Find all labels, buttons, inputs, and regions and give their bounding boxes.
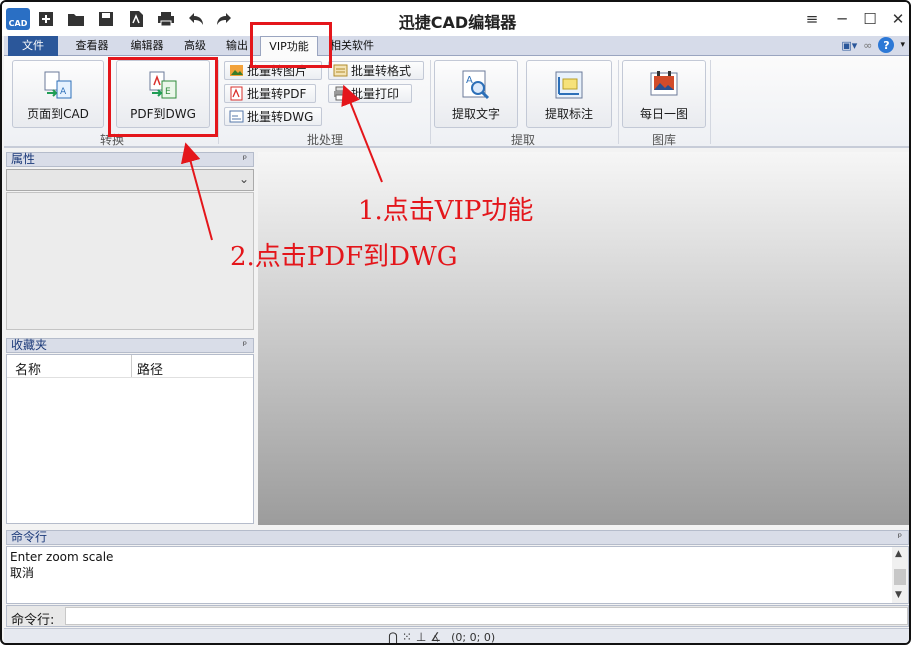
close-button[interactable]: ✕ xyxy=(886,8,909,30)
command-title: 命令行 xyxy=(11,530,48,544)
dwg-file-icon xyxy=(229,110,244,123)
page-to-cad-icon: A xyxy=(44,71,72,99)
tab-advanced[interactable]: 高级 xyxy=(176,36,214,56)
properties-selector[interactable]: ⌄ xyxy=(6,169,254,191)
menu-button[interactable]: ≡ xyxy=(800,8,824,30)
svg-text:A: A xyxy=(60,87,67,97)
pin-icon[interactable]: ᵖ xyxy=(243,153,247,166)
svg-text:A: A xyxy=(466,75,473,86)
drawing-canvas[interactable] xyxy=(258,152,909,525)
group-separator xyxy=(618,60,619,144)
daily-image-button[interactable]: 每日一图 xyxy=(622,60,706,128)
ribbon-tabs: 文件 查看器 编辑器 高级 输出 VIP功能 相关软件 ▣▾ ∞ ? ▾ xyxy=(4,36,909,57)
page-to-cad-label: 页面到CAD xyxy=(27,107,89,121)
chevron-up-icon[interactable]: ▲ xyxy=(895,549,902,559)
ortho-icon[interactable]: ⊥ xyxy=(416,630,426,643)
coordinates-readout: (0; 0; 0) xyxy=(451,630,496,644)
tab-viewer[interactable]: 查看器 xyxy=(66,36,118,56)
help-button[interactable]: ? xyxy=(878,37,895,53)
printer-icon xyxy=(334,86,347,101)
title-bar: CAD 迅捷CAD编辑器 ≡ ─ ☐ ✕ xyxy=(2,2,909,36)
scrollbar-thumb[interactable] xyxy=(894,569,906,585)
batch-to-format-button[interactable]: 批量转格式 xyxy=(328,61,424,80)
grid-icon[interactable]: ⁙ xyxy=(402,630,412,643)
pin-icon[interactable]: ᵖ xyxy=(243,339,247,352)
tab-file[interactable]: 文件 xyxy=(8,36,58,56)
group-separator xyxy=(710,60,711,144)
tab-editor[interactable]: 编辑器 xyxy=(122,36,172,56)
batch-print-button[interactable]: 批量打印 xyxy=(328,84,412,103)
annotation-step-1: 1.点击VIP功能 xyxy=(358,196,534,226)
chevron-down-icon: ⌄ xyxy=(238,172,249,186)
batch-to-format-label: 批量转格式 xyxy=(351,64,412,78)
batch-to-dwg-button[interactable]: 批量转DWG xyxy=(224,107,322,126)
status-icons: ⋂ ⁙ ⊥ ∡ (0; 0; 0) xyxy=(388,630,496,644)
pdf-file-icon xyxy=(230,86,243,101)
command-input-label: 命令行: xyxy=(11,613,55,628)
properties-title: 属性 xyxy=(11,152,36,166)
header-divider xyxy=(7,377,253,378)
group-separator xyxy=(218,60,219,144)
column-header-name[interactable]: 名称 xyxy=(15,359,41,378)
batch-print-label: 批量打印 xyxy=(351,87,400,101)
annotation-step-2: 2.点击PDF到DWG xyxy=(230,242,458,272)
image-icon xyxy=(230,65,243,76)
highlight-pdf-to-dwg xyxy=(108,57,218,137)
command-log-scrollbar[interactable]: ▲ ▼ xyxy=(892,547,908,603)
window-switch-icon[interactable]: ▣▾ xyxy=(841,39,857,52)
column-header-path[interactable]: 路径 xyxy=(137,359,163,378)
batch-to-pdf-button[interactable]: 批量转PDF xyxy=(224,84,316,103)
chevron-down-icon[interactable]: ▼ xyxy=(895,590,902,600)
column-divider[interactable] xyxy=(131,355,132,377)
help-area: ▣▾ ∞ ? ▾ xyxy=(841,37,905,53)
extract-text-button[interactable]: A 提取文字 xyxy=(434,60,518,128)
group-gallery-label: 图库 xyxy=(651,133,676,147)
group-batch-label: 批处理 xyxy=(306,133,343,147)
favorites-panel-header: 收藏夹 ᵖ xyxy=(6,338,254,353)
polar-icon[interactable]: ∡ xyxy=(430,630,441,643)
command-input-row: 命令行: xyxy=(6,605,909,628)
batch-to-dwg-label: 批量转DWG xyxy=(247,110,314,124)
favorites-list: 名称 路径 xyxy=(6,354,254,524)
command-log-line: Enter zoom scale xyxy=(10,550,114,564)
extract-annotation-button[interactable]: 提取标注 xyxy=(526,60,612,128)
status-bar: ⋂ ⁙ ⊥ ∡ (0; 0; 0) xyxy=(4,628,909,644)
format-icon xyxy=(333,64,348,77)
daily-image-label: 每日一图 xyxy=(639,107,688,121)
group-separator xyxy=(430,60,431,144)
favorites-title: 收藏夹 xyxy=(11,338,48,352)
maximize-button[interactable]: ☐ xyxy=(858,8,882,30)
properties-body xyxy=(6,192,254,330)
window-title: 迅捷CAD编辑器 xyxy=(398,13,517,32)
command-log-line: 取消 xyxy=(10,566,35,580)
extract-annotation-label: 提取标注 xyxy=(544,107,593,121)
group-extract-label: 提取 xyxy=(510,133,535,147)
extract-text-label: 提取文字 xyxy=(451,107,500,121)
page-to-cad-button[interactable]: A 页面到CAD xyxy=(12,60,104,128)
command-input[interactable] xyxy=(65,607,908,625)
batch-to-pdf-label: 批量转PDF xyxy=(247,87,307,101)
extract-text-icon: A xyxy=(462,70,490,100)
command-panel-header: 命令行 ᵖ xyxy=(6,530,909,545)
highlight-vip-tab xyxy=(250,22,332,68)
properties-panel-header: 属性 ᵖ xyxy=(6,152,254,167)
help-dropdown-icon[interactable]: ▾ xyxy=(900,40,905,50)
extract-annotation-icon xyxy=(555,71,583,99)
daily-image-icon xyxy=(650,71,678,96)
snap-icon[interactable]: ⋂ xyxy=(388,630,398,643)
command-log: Enter zoom scale 取消 ▲ ▼ xyxy=(6,546,909,604)
pin-icon[interactable]: ᵖ xyxy=(898,531,902,544)
app-window: CAD 迅捷CAD编辑器 ≡ ─ ☐ ✕ 文件 查看器 编辑器 高级 输出 VI… xyxy=(0,0,911,645)
minimize-button[interactable]: ─ xyxy=(830,8,854,30)
link-icon[interactable]: ∞ xyxy=(863,39,872,52)
